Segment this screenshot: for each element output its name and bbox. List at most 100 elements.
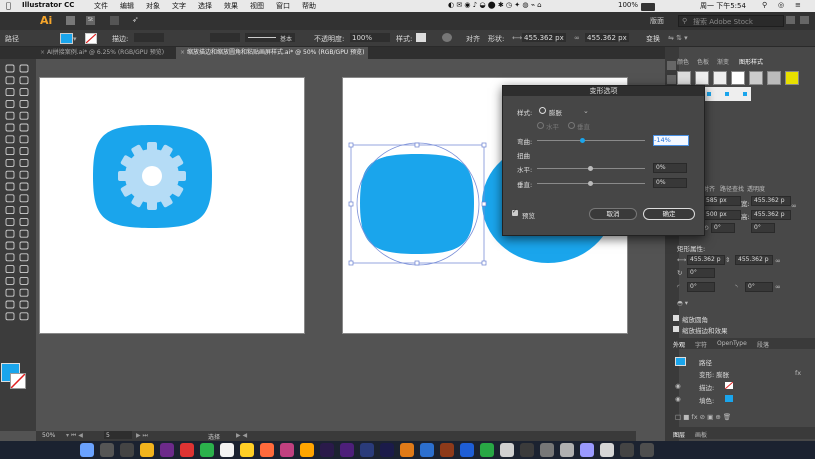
dock-app-icon[interactable] (360, 443, 374, 457)
artboard-nav-icon[interactable]: ▶ ⏭ (136, 432, 148, 440)
warp-effect-label[interactable]: 变形: 膨胀 (699, 369, 729, 379)
shape-height-field[interactable]: 455.362 px (585, 33, 629, 42)
style-swatch[interactable] (731, 71, 745, 85)
stroke-color-swatch[interactable] (10, 373, 26, 389)
dock-app-icon[interactable] (480, 443, 494, 457)
style-swatch[interactable] (749, 71, 763, 85)
dock-app-icon[interactable] (560, 443, 574, 457)
rect-h-field[interactable]: 455.362 p (735, 255, 773, 265)
tab-appearance[interactable]: 外观 (673, 340, 685, 349)
opacity-field[interactable]: 100% (350, 33, 390, 42)
dock-app-icon[interactable] (380, 443, 394, 457)
dock-app-icon[interactable] (220, 443, 234, 457)
close-icon[interactable] (800, 16, 809, 24)
tab-graphic-styles[interactable]: 图形样式 (739, 57, 763, 66)
corner-radius-1[interactable]: 0° (687, 282, 715, 292)
menu-select[interactable]: 选择 (198, 1, 212, 11)
vertical-radio[interactable] (568, 122, 575, 129)
tab-gradient[interactable]: 渐变 (717, 57, 729, 66)
appearance-fill-swatch[interactable] (725, 395, 733, 402)
corner-radius-2[interactable]: 0° (745, 282, 773, 292)
artboard-number-field[interactable]: 5 (104, 431, 132, 439)
h-field[interactable]: 455.362 p (751, 210, 791, 220)
menu-help[interactable]: 帮助 (302, 1, 316, 11)
w-field[interactable]: 455.362 p (751, 196, 791, 206)
shape-width-field[interactable]: 455.362 px (522, 33, 566, 42)
siri-icon[interactable]: ◎ (778, 1, 784, 9)
fx-label[interactable]: fx (795, 369, 801, 377)
preview-checkbox[interactable]: ✓ (512, 208, 518, 216)
apple-icon[interactable]:  (6, 1, 11, 10)
y-field[interactable]: 500 px (703, 210, 741, 220)
bend-slider-knob[interactable] (580, 138, 586, 143)
dock-app-icon[interactable] (580, 443, 594, 457)
dock-app-icon[interactable] (300, 443, 314, 457)
dock-app-icon[interactable] (240, 443, 254, 457)
menu-window[interactable]: 窗口 (276, 1, 290, 11)
horizontal-radio[interactable] (537, 122, 544, 129)
transform-link[interactable]: 变换 (646, 34, 660, 44)
link-icon[interactable]: ∞ (775, 283, 781, 291)
style-swatch[interactable] (725, 92, 729, 96)
stock-search-field[interactable]: ⚲ 搜索 Adobe Stock (678, 15, 784, 27)
dock-app-icon[interactable] (140, 443, 154, 457)
graphic-style-swatch[interactable] (416, 33, 426, 42)
menu-object[interactable]: 对象 (146, 1, 160, 11)
scale-strokes-checkbox[interactable] (673, 326, 679, 332)
menu-file[interactable]: 文件 (94, 1, 108, 11)
angle-field[interactable]: 0° (711, 223, 735, 233)
style-swatch[interactable] (695, 71, 709, 85)
arrange-docs-icon[interactable] (110, 16, 119, 25)
dock-app-icon[interactable] (200, 443, 214, 457)
panel-icon[interactable] (667, 75, 676, 84)
horizontal-distortion-knob[interactable] (588, 166, 593, 171)
dock-app-icon[interactable] (120, 443, 134, 457)
dock-app-icon[interactable] (420, 443, 434, 457)
dock-app-icon[interactable] (180, 443, 194, 457)
dock-app-icon[interactable] (160, 443, 174, 457)
dock-app-icon[interactable] (540, 443, 554, 457)
dock-app-icon[interactable] (260, 443, 274, 457)
vertical-distortion-field[interactable]: 0% (653, 178, 687, 188)
tab-document-1[interactable]: × AI拼接案例.ai* @ 6.25% (RGB/GPU 预览) (36, 47, 168, 59)
style-swatch[interactable] (713, 71, 727, 85)
dock-app-icon[interactable] (280, 443, 294, 457)
bend-slider[interactable] (537, 138, 645, 143)
appearance-stroke-swatch[interactable] (725, 382, 733, 389)
style-swatch[interactable] (677, 71, 691, 85)
tab-swatches[interactable]: 色板 (697, 57, 709, 66)
dock-app-icon[interactable] (620, 443, 634, 457)
style-swatch[interactable] (743, 92, 747, 96)
gear-icon-artwork[interactable] (40, 78, 304, 333)
tab-pathfinder[interactable]: 路径查找 (720, 184, 744, 193)
status-play-icon[interactable]: ▶ ◀ (236, 432, 247, 439)
menu-view[interactable]: 视图 (250, 1, 264, 11)
zoom-dropdown-icon[interactable]: ▾ ⏮ ◀ (66, 432, 83, 440)
recolor-icon[interactable] (442, 33, 452, 42)
dock-app-icon[interactable] (400, 443, 414, 457)
style-swatch[interactable] (785, 71, 799, 85)
panel-icon[interactable] (667, 61, 676, 70)
fill-dropdown-icon[interactable]: ▾ (73, 35, 77, 43)
menu-effect[interactable]: 效果 (224, 1, 238, 11)
fill-swatch[interactable] (60, 33, 73, 44)
eye-icon[interactable]: ◉ (675, 395, 681, 403)
dock-app-icon[interactable] (460, 443, 474, 457)
tab-opentype[interactable]: OpenType (717, 340, 747, 347)
menu-edit[interactable]: 编辑 (120, 1, 134, 11)
zoom-level[interactable]: 50% (42, 432, 55, 439)
stock-icon[interactable]: St (86, 16, 95, 25)
link-icon[interactable]: ∞ (574, 34, 580, 42)
align-link[interactable]: 对齐 (466, 34, 480, 44)
style-select[interactable]: 膨胀 ⌄ (539, 106, 591, 117)
cancel-button[interactable]: 取消 (589, 208, 637, 220)
flip-icon[interactable]: ⇋ ⇅ ▾ (668, 34, 688, 42)
minimize-icon[interactable] (786, 16, 795, 24)
variable-width-field[interactable] (210, 33, 240, 42)
shape-link[interactable]: 形状: (488, 34, 504, 44)
dock-app-icon[interactable] (520, 443, 534, 457)
dock-app-icon[interactable] (340, 443, 354, 457)
horizontal-distortion-field[interactable]: 0% (653, 163, 687, 173)
ok-button[interactable]: 确定 (643, 208, 695, 220)
eye-icon[interactable]: ◉ (675, 382, 681, 390)
